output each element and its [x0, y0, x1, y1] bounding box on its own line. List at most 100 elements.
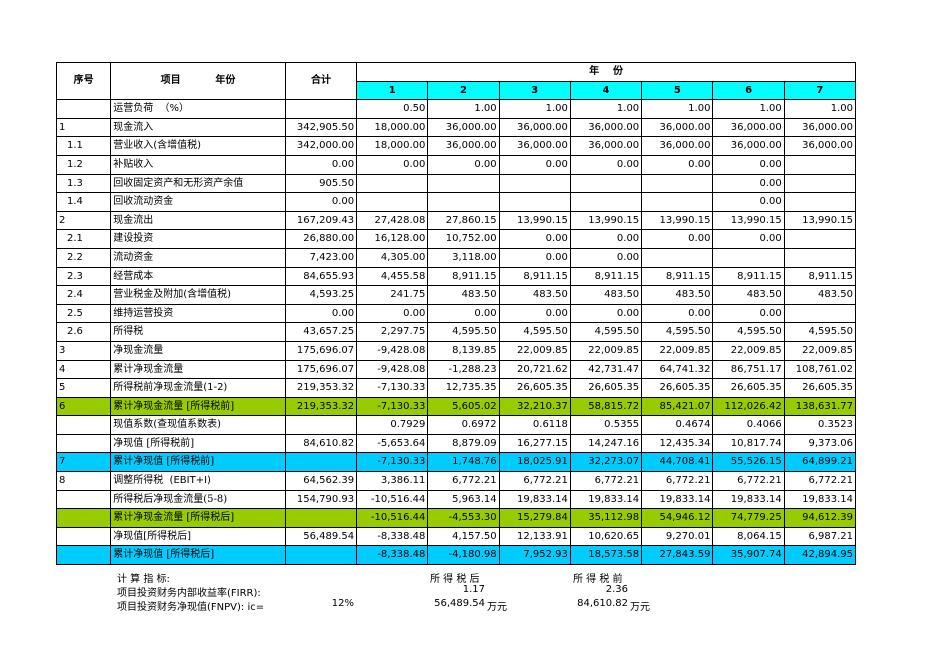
year-value-cell: 19,833.14: [641, 489, 714, 510]
year-value-cell: 10,620.65: [569, 526, 643, 547]
year-value-cell: -8,338.48: [356, 526, 429, 547]
year-value-cell: 19,833.14: [783, 489, 857, 510]
year-value-cell: 0.50: [356, 99, 429, 119]
year-value-cell: 3,118.00: [427, 247, 500, 268]
year-value-cell: 36,000.00: [569, 117, 643, 138]
year-value-cell: [783, 173, 857, 194]
year-value-cell: 0.00: [498, 247, 571, 268]
item-cell: 营业收入(含增值税): [110, 136, 286, 156]
total-cell: 64,562.39: [284, 471, 358, 491]
year-value-cell: 13,990.15: [641, 210, 714, 231]
year-value-cell: 16,128.00: [356, 229, 429, 249]
total-cell: 0.00: [284, 192, 358, 212]
year-value-cell: 36,000.00: [498, 117, 571, 138]
total-header: 合计: [284, 61, 358, 101]
table-row: 1.3 回收固定资产和无形资产余值 905.50 0.00: [55, 173, 857, 194]
year-value-cell: 108,761.02: [783, 359, 857, 380]
total-cell: 219,353.32: [284, 396, 358, 417]
table-row: 2.4 营业税金及附加(含增值税) 4,593.25 241.75 483.50 483.…: [55, 285, 857, 305]
year-value-cell: 13,990.15: [783, 210, 857, 231]
item-label: 净现值 [所得税前]: [113, 437, 195, 449]
year-value-cell: 36,000.00: [783, 136, 857, 156]
table-row: 8 调整所得税 (EBIT+I) 64,562.39 3,386.11 6,772.21…: [55, 471, 857, 491]
item-label: 累计净现金流量: [113, 400, 187, 412]
fnpv-after-value: 56,489.54: [434, 598, 485, 609]
after-tax-label: 所 得 税 后: [430, 574, 480, 585]
year-value-cell: 4,595.50: [569, 322, 643, 342]
item-label: 净现值[所得税后]: [113, 530, 192, 542]
year-value-cell: [427, 192, 500, 212]
item-label: 回收固定资产和无形资产余值: [113, 177, 244, 189]
year-value-cell: 19,833.14: [498, 489, 571, 510]
seq-cell: 2.3: [55, 266, 112, 287]
seq-cell: 6: [55, 396, 112, 417]
year-value-cell: 35,112.98: [569, 508, 643, 528]
year-header-cell: 4: [569, 80, 643, 101]
year-value-cell: 4,305.00: [356, 247, 429, 268]
year-value-cell: 483.50: [783, 285, 857, 305]
total-cell: 4,593.25: [284, 285, 358, 305]
year-value-cell: [783, 229, 857, 249]
year-value-cell: 42,894.95: [783, 545, 857, 566]
year-value-cell: 0.00: [498, 229, 571, 249]
year-value-cell: -10,516.44: [356, 489, 429, 510]
year-value-cell: 14,247.16: [569, 433, 643, 454]
item-label: 现金流入: [113, 121, 154, 133]
year-value-cell: 0.00: [712, 173, 785, 194]
table-row: 累计净现值 [所得税后] -8,338.48 -4,180.98 7,952.93 18…: [55, 545, 857, 566]
item-cell: 流动资金: [110, 247, 286, 268]
year-value-cell: 241.75: [356, 285, 429, 305]
year-value-cell: 13,990.15: [569, 210, 643, 231]
table-row: 1.4 回收流动资金 0.00 0.00: [55, 192, 857, 212]
total-cell: 84,655.93: [284, 266, 358, 287]
total-cell: 0.00: [284, 303, 358, 324]
year-value-cell: 0.00: [569, 247, 643, 268]
table-row: 2.3 经营成本 84,655.93 4,455.58 8,911.15 8,911.15…: [55, 266, 857, 287]
year-value-cell: 8,911.15: [783, 266, 857, 287]
year-value-cell: [569, 192, 643, 212]
year-value-cell: [356, 173, 429, 194]
year-value-cell: 54,946.12: [641, 508, 714, 528]
item-label: 所得税后净现金流量(5-8): [113, 493, 228, 505]
total-cell: 175,696.07: [284, 359, 358, 380]
year-value-cell: 18,025.91: [498, 452, 571, 473]
year-value-cell: 12,735.35: [427, 378, 500, 398]
year-value-cell: 26,605.35: [641, 378, 714, 398]
item-cell: 累计净现值 [所得税后]: [110, 545, 286, 566]
year-value-cell: 5,605.02: [427, 396, 500, 417]
year-value-cell: 4,595.50: [712, 322, 785, 342]
item-cell: 现值系数(查现值系数表): [110, 415, 286, 435]
table-row: 净现值[所得税后] 56,489.54 -8,338.48 4,157.50 12,13…: [55, 526, 857, 547]
year-value-cell: [569, 173, 643, 194]
year-value-cell: 13,990.15: [498, 210, 571, 231]
seq-cell: [55, 433, 112, 454]
item-label: 所得税: [113, 326, 144, 338]
year-value-cell: 112,026.42: [712, 396, 785, 417]
item-tag: [所得税后]: [186, 512, 235, 524]
item-cell: 累计净现金流量 [所得税前]: [110, 396, 286, 417]
seq-cell: 2: [55, 210, 112, 231]
year-value-cell: 16,277.15: [498, 433, 571, 454]
year-value-cell: 483.50: [712, 285, 785, 305]
seq-cell: 2.5: [55, 303, 112, 324]
seq-cell: [55, 489, 112, 510]
year-value-cell: [783, 303, 857, 324]
fnpv-after-unit: 万元: [487, 602, 507, 613]
year-value-cell: 26,605.35: [712, 378, 785, 398]
item-cell: 回收固定资产和无形资产余值: [110, 173, 286, 194]
year-value-cell: 0.00: [569, 229, 643, 249]
table-row: 4 累计净现金流量 175,696.07 -9,428.08 -1,288.23 20,7…: [55, 359, 857, 380]
item-label: 调整所得税 (EBIT+I): [113, 475, 211, 487]
item-cell: 现金流入: [110, 117, 286, 138]
year-value-cell: -4,180.98: [427, 545, 500, 566]
year-value-cell: 55,526.15: [712, 452, 785, 473]
year-value-cell: 94,612.39: [783, 508, 857, 528]
year-value-cell: 22,009.85: [498, 340, 571, 361]
year-value-cell: 36,000.00: [641, 117, 714, 138]
year-value-cell: [641, 173, 714, 194]
year-value-cell: 26,605.35: [569, 378, 643, 398]
year-value-cell: 483.50: [427, 285, 500, 305]
ic-value: 12%: [331, 598, 354, 609]
seq-cell: 2.2: [55, 247, 112, 268]
year-value-cell: 0.00: [427, 154, 500, 175]
